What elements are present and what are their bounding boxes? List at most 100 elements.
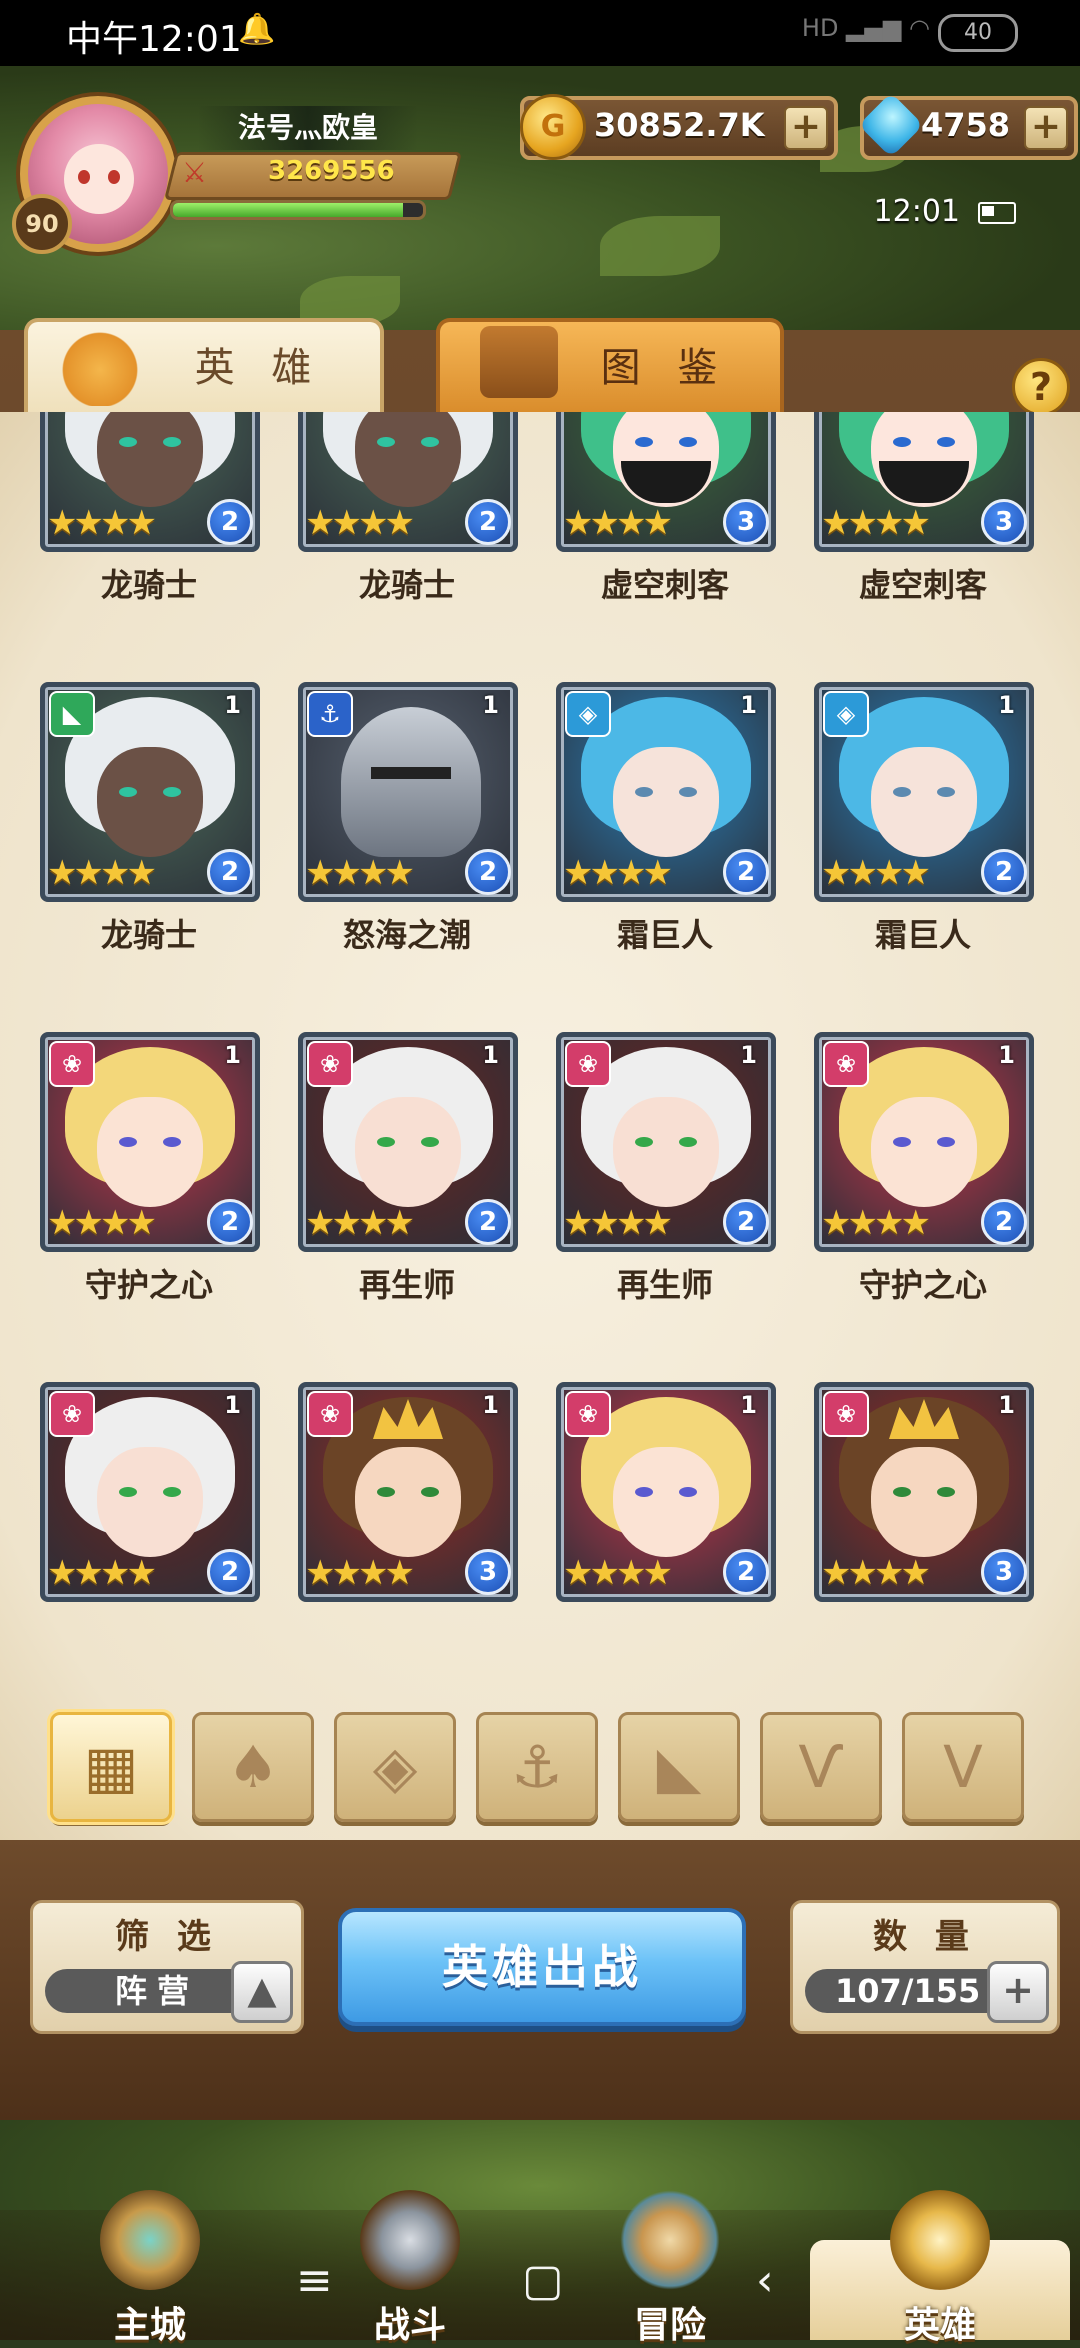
lotus-icon: ♠: [227, 1733, 279, 1801]
hero-level: 3: [465, 1549, 511, 1595]
leaf-decoration: [600, 216, 720, 276]
hero-card[interactable]: ❀ 1 ★★★★ 2: [40, 1382, 260, 1602]
anchor-faction-icon: ⚓: [307, 691, 353, 737]
hero-eye: [377, 1487, 395, 1497]
hero-level: 2: [207, 1549, 253, 1595]
status-bar: 中午12:01 🔔 HD ▂▄▆ ◠ 40: [0, 0, 1080, 66]
expand-capacity-button[interactable]: +: [987, 1961, 1049, 2023]
anchor-icon: ⚓: [511, 1733, 563, 1801]
hero-card[interactable]: ❀ 1 ★★★★ 2 再生师: [556, 1032, 776, 1304]
filter-all-grid-button[interactable]: ▦: [50, 1712, 172, 1822]
hero-stars: ★★★★: [821, 853, 931, 893]
all-grid-icon: ▦: [83, 1733, 139, 1801]
hero-eye: [635, 1137, 653, 1147]
hero-portrait: ❀ 1 ★★★★ 3: [298, 1382, 518, 1602]
filter-toggle-button[interactable]: ▲: [231, 1961, 293, 2023]
filter-horns-button[interactable]: Ѵ: [760, 1712, 882, 1822]
hero-level: 2: [723, 849, 769, 895]
hero-copies: 1: [482, 1391, 499, 1419]
help-icon[interactable]: ?: [1012, 358, 1070, 416]
filter-anchor-button[interactable]: ⚓: [476, 1712, 598, 1822]
lotus-faction-icon: ❀: [307, 1041, 353, 1087]
hero-stars: ★★★★: [47, 1203, 157, 1243]
hero-copies: 1: [482, 1041, 499, 1069]
hero-card[interactable]: ◣★★★★3虚空刺客: [556, 412, 776, 604]
hero-eye: [163, 1487, 181, 1497]
beast-faction-icon: ◣: [49, 691, 95, 737]
home-icon[interactable]: ▢: [522, 2255, 564, 2306]
filter-beast-button[interactable]: ◣: [618, 1712, 740, 1822]
hero-card[interactable]: ⚓ 1 ★★★★ 2 怒海之潮: [298, 682, 518, 954]
hero-portrait: ◣★★★★3: [556, 412, 776, 552]
count-title: 数 量: [873, 1917, 977, 1957]
crossed-swords-nav-icon: [360, 2190, 460, 2290]
hero-copies: 1: [482, 691, 499, 719]
hero-portrait: ❀ 1 ★★★★ 2: [40, 1382, 260, 1602]
hero-card[interactable]: ❀ 1 ★★★★ 2 守护之心: [40, 1032, 260, 1304]
nav-heroes[interactable]: 英雄: [810, 2190, 1070, 2346]
hero-card[interactable]: ◣ 1 ★★★★ 2 龙骑士: [40, 682, 260, 954]
gold-counter: G 30852.7K +: [520, 94, 838, 160]
hero-stars: ★★★★: [305, 1553, 415, 1593]
hero-eye: [421, 437, 439, 447]
tab-codex[interactable]: 图 鉴: [436, 318, 784, 414]
hero-portrait: ❀ 1 ★★★★ 2: [814, 1032, 1034, 1252]
hero-card[interactable]: ❀ 1 ★★★★ 2 守护之心: [814, 1032, 1034, 1304]
hero-level: 3: [723, 499, 769, 545]
castle-icon: [100, 2190, 200, 2290]
menu-icon[interactable]: ≡: [296, 2255, 333, 2306]
hero-stars: ★★★★: [563, 503, 673, 543]
back-icon[interactable]: ‹: [756, 2255, 774, 2306]
hero-eye: [119, 787, 137, 797]
filter-lotus-button[interactable]: ♠: [192, 1712, 314, 1822]
hero-card[interactable]: ◣★★★★2龙骑士: [40, 412, 260, 604]
hero-portrait: ◣★★★★2: [40, 412, 260, 552]
deploy-heroes-button[interactable]: 英雄出战: [338, 1908, 746, 2026]
hero-eye: [937, 1487, 955, 1497]
filter-rune-button[interactable]: ◈: [334, 1712, 456, 1822]
hero-stars: ★★★★: [305, 503, 415, 543]
hero-eye: [119, 1137, 137, 1147]
hero-face: [97, 1447, 203, 1557]
hero-name: 守护之心: [84, 1266, 213, 1304]
bottom-controls: 筛 选 阵营 ▲ 英雄出战 数 量 107/155 +: [0, 1840, 1080, 2120]
game-clock: 12:01: [873, 194, 960, 229]
tab-heroes[interactable]: 英 雄: [24, 318, 384, 414]
hero-face: [97, 412, 203, 507]
tab-heroes-label: 英 雄: [194, 345, 324, 391]
gem-value: 4758: [920, 106, 1010, 144]
hero-portrait: ◣★★★★2: [298, 412, 518, 552]
hero-eye: [893, 1487, 911, 1497]
lotus-faction-icon: ❀: [49, 1391, 95, 1437]
nav-heroes-label: 英雄: [903, 2305, 976, 2346]
hero-eye: [163, 437, 181, 447]
hero-card[interactable]: ◈ 1 ★★★★ 2 霜巨人: [814, 682, 1034, 954]
filter-wings-button[interactable]: V: [902, 1712, 1024, 1822]
hero-level: 2: [465, 849, 511, 895]
bell-icon: 🔔: [238, 12, 276, 47]
hero-card[interactable]: ❀ 1 ★★★★ 3: [814, 1382, 1034, 1602]
hero-eye: [937, 787, 955, 797]
battery-icon: 40: [938, 14, 1018, 52]
hero-card[interactable]: ◣★★★★3虚空刺客: [814, 412, 1034, 604]
hero-name: 守护之心: [858, 1266, 987, 1304]
hero-card[interactable]: ◈ 1 ★★★★ 2 霜巨人: [556, 682, 776, 954]
hero-card[interactable]: ❀ 1 ★★★★ 3: [298, 1382, 518, 1602]
hero-face: [355, 1097, 461, 1207]
rune-icon: ◈: [372, 1733, 418, 1801]
hero-eye: [893, 787, 911, 797]
hero-card[interactable]: ❀ 1 ★★★★ 2 再生师: [298, 1032, 518, 1304]
hero-card[interactable]: ◣★★★★2龙骑士: [298, 412, 518, 604]
nav-main-city[interactable]: 主城: [20, 2190, 280, 2346]
rune-faction-icon: ◈: [823, 691, 869, 737]
hero-level: 2: [465, 1199, 511, 1245]
add-gems-button[interactable]: +: [1024, 106, 1068, 150]
hero-copies: 1: [224, 1391, 241, 1419]
add-gold-button[interactable]: +: [784, 106, 828, 150]
hero-copies: 1: [998, 1041, 1015, 1069]
status-time: 中午12:01: [66, 19, 242, 60]
beast-icon: ◣: [656, 1733, 702, 1801]
hero-level: 2: [207, 499, 253, 545]
hero-card[interactable]: ❀ 1 ★★★★ 2: [556, 1382, 776, 1602]
hero-list-panel[interactable]: ◣★★★★2龙骑士◣★★★★2龙骑士◣★★★★3虚空刺客◣★★★★3虚空刺客◣1…: [0, 412, 1080, 1846]
